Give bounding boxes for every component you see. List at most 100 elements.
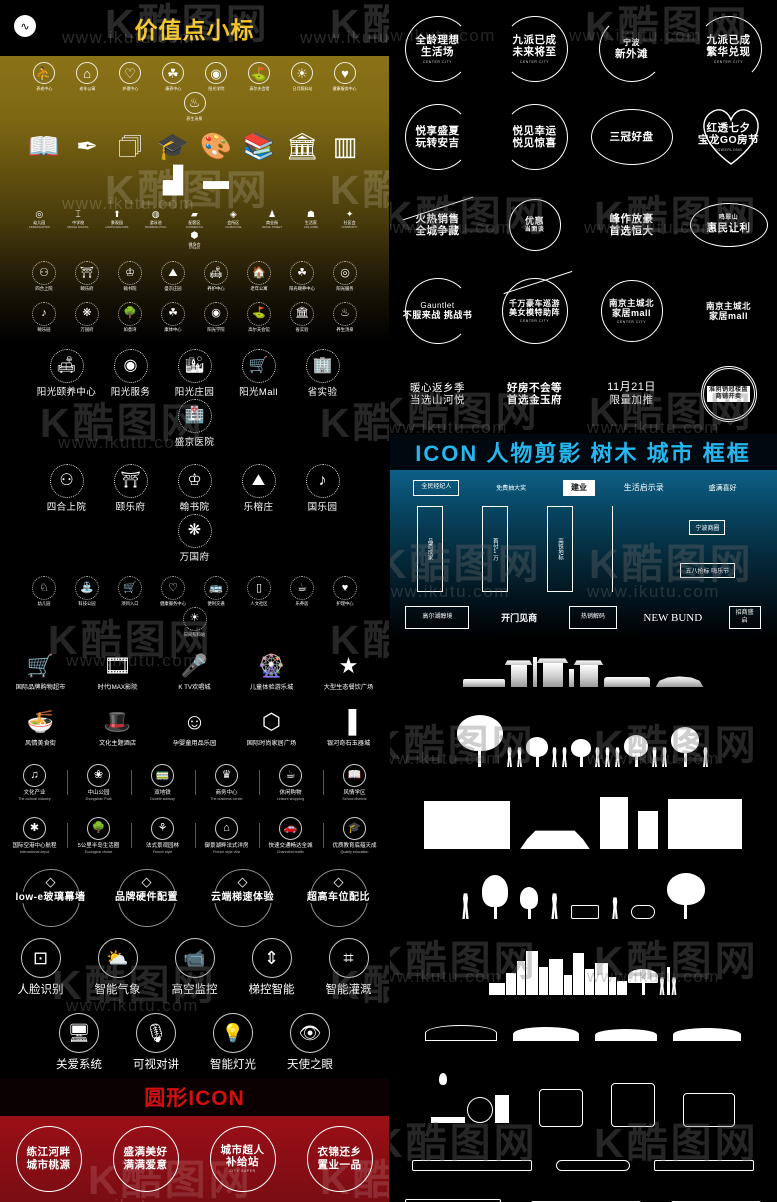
icon-cell[interactable]: ♥ 健康服务中心	[324, 62, 367, 92]
icon-cell[interactable]: ▟	[152, 163, 195, 197]
icon-cell[interactable]: ☕ 休闲购物 Leisure shopping	[258, 764, 323, 801]
circle-badge[interactable]: 火热销售 全城争藏	[389, 182, 486, 268]
icon-cell[interactable]: 🚗 快速交通畅达全城 Channeled traffic	[258, 817, 323, 854]
icon-cell[interactable]: ♨ 养生汤泉	[173, 91, 216, 122]
icon-cell[interactable]: 🗇	[109, 129, 152, 163]
icon-cell[interactable]: ⛰ 盛京庄园	[152, 261, 195, 292]
icon-cell[interactable]: ⌂ 御景湖畔法式洋房 French style villa	[194, 817, 259, 854]
icon-cell[interactable]: ⛩ 颐乐府	[99, 464, 163, 513]
icon-cell[interactable]: ⛲ 科技公园	[66, 576, 109, 607]
circle-badge[interactable]: 悦享盛夏 玩转安吉	[389, 92, 486, 182]
icon-cell[interactable]: ☀ 日月照料站	[281, 62, 324, 92]
frame-badge[interactable]: 招商盛启	[728, 605, 761, 630]
circle-badge[interactable]: 盛满美好 满满爱意	[97, 1116, 194, 1202]
icon-cell[interactable]: ✦ 社区会 COMMUNITY	[330, 207, 369, 228]
circle-badge[interactable]: Gauntlet 不服来战 挑战书	[389, 268, 486, 354]
circle-badge[interactable]: 好房不会等 首选金玉府	[486, 354, 583, 434]
icon-cell[interactable]: 🏛	[281, 129, 324, 163]
icon-cell[interactable]: 🚃 双地铁 Double subway	[130, 764, 195, 801]
icon-cell[interactable]: 🏛 省实验	[281, 301, 324, 333]
icon-cell[interactable]: ◍ 游泳池 SWIMMING POOL	[136, 207, 175, 228]
icon-cell[interactable]: ❋ 万国府	[66, 301, 109, 333]
icon-cell[interactable]: 🛒 项目入口	[109, 576, 152, 607]
icon-cell[interactable]: 🎩 文化主题酒店	[79, 707, 156, 748]
frame-badge[interactable]: 建业	[562, 480, 595, 496]
icon-cell[interactable]: 📹 高空监控	[156, 938, 233, 997]
arc-cell[interactable]: ◇ 品牌硬件配置	[99, 869, 195, 928]
circle-badge[interactable]: 11月21日 限量加推	[583, 354, 680, 434]
arc-cell[interactable]: ◇ low-e玻璃幕墙	[3, 869, 99, 928]
icon-cell[interactable]: ♛ 商务中心 The business center	[194, 764, 259, 801]
icon-cell[interactable]: ⊡ 人脸识别	[2, 938, 79, 997]
icon-cell[interactable]: ☕ 乐养居	[281, 576, 324, 607]
icon-cell[interactable]: 🛋 阳光颐养中心	[35, 349, 99, 398]
frame-tall[interactable]: 首付1万	[481, 505, 508, 592]
icon-cell[interactable]: ⬡ 国际时尚家居广场	[233, 707, 310, 748]
circle-badge[interactable]: 全龄理想 生活场 CENTER CITY	[389, 6, 486, 92]
icon-cell[interactable]: ⛩ 颐乐府	[66, 261, 109, 292]
icon-cell[interactable]: ☀ 日间照料站	[173, 606, 216, 638]
icon-cell[interactable]: 🏙 阳光庄园	[163, 349, 227, 398]
circle-badge[interactable]: 淮阴销冠楼盘 商铺开卖	[680, 354, 777, 434]
icon-cell[interactable]: ▬	[195, 163, 238, 197]
icon-cell[interactable]: ♔ 翰书院	[109, 261, 152, 292]
icon-cell[interactable]: ♟ 商业街 RETAIL STREET	[253, 207, 292, 228]
icon-cell[interactable]: ⛅ 智能气象	[79, 938, 156, 997]
icon-cell[interactable]: ⛹ 养老中心	[23, 62, 66, 92]
circle-badge[interactable]: 衣锦还乡 置业一品	[291, 1116, 388, 1202]
icon-cell[interactable]: ⬆ 景观园 LANDSCAPE PARK	[98, 207, 137, 228]
icon-cell[interactable]: ◉ 阳光服务	[99, 349, 163, 398]
icon-cell[interactable]: ☘ 阳光颐养中心	[281, 261, 324, 292]
icon-cell[interactable]: ♪ 国乐园	[291, 464, 355, 513]
icon-cell[interactable]: ❋ 万国府	[163, 513, 227, 563]
icon-cell[interactable]: ✱ 国际空港中心航程 International depot	[3, 817, 67, 854]
icon-cell[interactable]: 👁 天使之眼	[272, 1012, 349, 1072]
icon-cell[interactable]: 🎓 优质教育底蕴天成 Quality education	[322, 817, 387, 854]
circle-badge[interactable]: 三冠好盘	[583, 92, 680, 182]
circle-badge[interactable]: 城市超人 补给站 CITY SUPER	[194, 1116, 291, 1202]
icon-cell[interactable]: ▰ 配套区 COMMERCIAL	[175, 207, 214, 228]
icon-cell[interactable]: 🎨	[195, 129, 238, 163]
circle-badge[interactable]: 优惠 当面谈	[486, 182, 583, 268]
icon-cell[interactable]: 🛒 国际品牌购物超市	[2, 651, 79, 692]
icon-cell[interactable]: 🎓	[152, 129, 195, 163]
icon-cell[interactable]: ♫ 文化产业 The cultural industry	[3, 764, 67, 801]
frame-badge[interactable]: 热销解码	[568, 605, 617, 630]
icon-cell[interactable]: ♔ 翰书院	[163, 464, 227, 513]
circle-badge[interactable]: 宁波 新外滩	[583, 6, 680, 92]
icon-cell[interactable]: ♡ 护理中心	[109, 62, 152, 92]
arc-cell[interactable]: ◇ 超高车位配比	[291, 869, 387, 928]
circle-badge[interactable]: 峰作放豪 首选恒大	[583, 182, 680, 268]
frame-badge[interactable]: NEW BUND	[634, 606, 712, 630]
frame-tall[interactable]: 品质成家	[416, 505, 443, 592]
icon-cell[interactable]: 🏢 省实验	[291, 349, 355, 398]
circle-badge[interactable]: 鸣翠山 惠民让利	[680, 182, 777, 268]
icon-cell[interactable]: ❀ 中山公园 Zhongshan Park	[66, 764, 131, 801]
frame-badge[interactable]: 全民经纪人	[413, 480, 460, 496]
icon-cell[interactable]: 🌳 如意湾	[109, 301, 152, 333]
icon-cell[interactable]: 📖 风情学区 School districts	[322, 764, 387, 801]
icon-cell[interactable]: ◈ 会所区 CLUBHOUSE	[214, 207, 253, 228]
frame-badge[interactable]: 高尔湖醇境	[405, 605, 470, 630]
circle-badge[interactable]: 练江河畔 城市桃源	[0, 1116, 97, 1202]
icon-cell[interactable]: ♪ 颐乐园	[23, 301, 66, 333]
icon-cell[interactable]: 🛒 阳光Mall	[227, 349, 291, 398]
icon-cell[interactable]: ▯ 人文社区	[238, 576, 281, 607]
icon-cell[interactable]: 🎞 时代IMAX影院	[79, 651, 156, 692]
frame-badge[interactable]: 生活启示录	[624, 480, 664, 496]
icon-cell[interactable]: ◉ 阳光学院	[195, 62, 238, 92]
icon-cell[interactable]: ⚇ 四合上院	[23, 261, 66, 292]
icon-cell[interactable]: 💡 智能灯光	[195, 1012, 272, 1072]
icon-cell[interactable]: ♘ 幼儿园	[23, 576, 66, 607]
icon-cell[interactable]: 🌳 5公里半岛生活圈 Ecological choice	[66, 817, 131, 854]
icon-cell[interactable]: ⚘ 法式景观园林 French style	[130, 817, 195, 854]
icon-cell[interactable]: ◉ 阳光学院	[195, 301, 238, 333]
icon-cell[interactable]: 🎤 K TV欢唱城	[156, 651, 233, 692]
icon-cell[interactable]: 🏠 老年公寓	[238, 261, 281, 292]
circle-badge[interactable]: 暖心返乡季 当选山河悦	[389, 354, 486, 434]
icon-cell[interactable]: ⚇ 四合上院	[35, 464, 99, 513]
frame-badge[interactable]: 盛满喜好	[693, 480, 753, 496]
icon-cell[interactable]: ☗ 生活家 LIFE HOME	[291, 207, 330, 228]
icon-cell[interactable]: ♥ 护理中心	[324, 576, 367, 607]
icon-cell[interactable]: ⛳ 高尔夫会馆	[238, 301, 281, 333]
